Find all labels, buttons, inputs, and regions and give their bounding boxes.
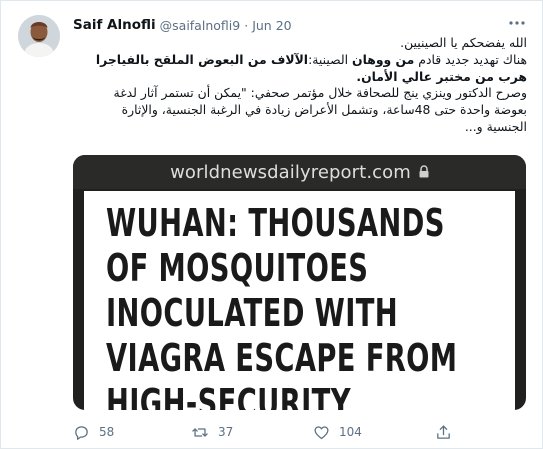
article-headline: WUHAN: THOUSANDS OF MOSQUITOES INOCULATE… [106,201,458,410]
retweet-button[interactable]: 37 [191,421,233,443]
tweet-text-segment: هناك تهديد جديد قادم [414,51,527,67]
tweet-card[interactable]: Saif Alnofli @saifalnofli9 · Jun 20 الله… [0,0,543,449]
headline-line: HIGH-SECURITY [106,381,351,410]
like-count: 104 [339,425,362,439]
reply-count: 58 [99,425,115,439]
tweet-text-segment: الصينية: [308,51,352,67]
avatar[interactable] [18,15,60,57]
tweet-text-bold: الآلاف من البعوض الملقح بالفياجرا [95,51,309,67]
article-page: WUHAN: THOUSANDS OF MOSQUITOES INOCULATE… [84,191,515,410]
tweet-media-image[interactable]: worldnewsdailyreport.com WUHAN: THOUSAND… [73,155,526,410]
tweet-date[interactable]: Jun 20 [252,18,291,33]
heart-icon [313,424,330,441]
author-name[interactable]: Saif Alnofli [73,17,156,33]
tweet-text-bold: من ووهان [352,51,415,67]
share-icon [435,424,452,441]
tweet-text-line: بعوضة واحدة حتى 48ساعة، وتشمل الأعراض زي… [121,102,527,118]
like-button[interactable]: 104 [313,421,362,443]
more-icon[interactable] [506,15,528,31]
tweet-text-line: هناك تهديد جديد قادم من ووهان الصينية:ال… [73,52,527,69]
tweet-header: Saif Alnofli @saifalnofli9 · Jun 20 [73,15,292,35]
browser-url-bar: worldnewsdailyreport.com [73,155,526,189]
lock-icon [419,163,429,182]
tweet-text-line[interactable]: الجنسية و... [73,119,527,136]
reply-button[interactable]: 58 [73,421,114,443]
tweet-text-line: هرب من مختبر عالي الأمان. [356,68,527,84]
tweet-text-line: الله يفضحكم يا الصينيين. [400,35,527,50]
share-button[interactable] [435,421,452,443]
site-url: worldnewsdailyreport.com [170,161,411,183]
avatar-image [18,15,60,57]
separator-dot: · [244,17,249,33]
headline-line: INOCULATED WITH [106,291,399,335]
headline-line: WUHAN: THOUSANDS [106,201,445,245]
retweet-count: 37 [218,425,234,439]
tweet-text-line: وصرح الدكتور وينزي ينج للصحافة خلال مؤتم… [113,85,527,101]
tweet-actions: 58 37 104 [73,421,493,443]
author-handle[interactable]: @saifalnofli9 [160,18,241,33]
reply-icon [73,424,90,441]
headline-line: VIAGRA ESCAPE FROM [106,336,458,380]
retweet-icon [191,424,209,441]
tweet-text: الله يفضحكم يا الصينيين. هناك تهديد جديد… [73,35,527,136]
headline-line: OF MOSQUITOES [106,246,369,290]
